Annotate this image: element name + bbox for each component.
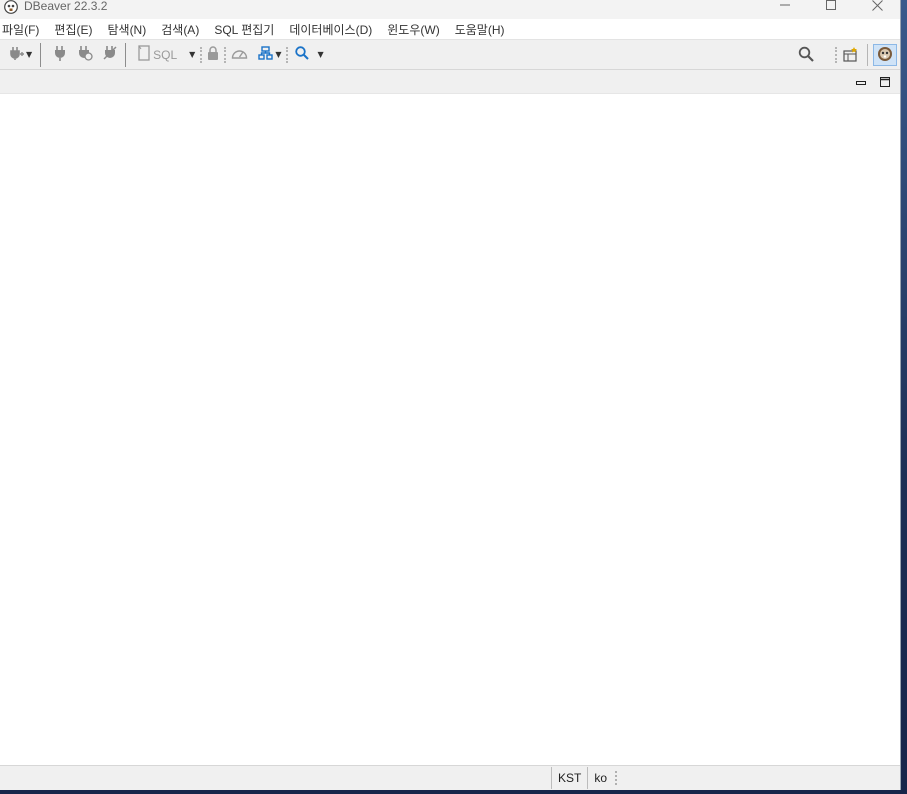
toolbar-grip	[835, 47, 837, 63]
title-bar: DBeaver 22.3.2	[0, 0, 900, 19]
search-button[interactable]: ▼	[295, 44, 324, 66]
search-icon	[295, 46, 310, 63]
toolbar-grip	[286, 46, 289, 63]
dashboard-icon	[231, 46, 248, 63]
toolbar-separator	[125, 42, 127, 67]
status-timezone: KST	[550, 767, 587, 789]
disconnect-button[interactable]	[103, 44, 117, 66]
disconnect-icon	[103, 45, 117, 64]
sql-editor-icon	[138, 45, 150, 64]
toolbar-grip	[224, 46, 227, 63]
chevron-down-icon[interactable]: ▼	[317, 50, 323, 59]
minimize-button[interactable]	[762, 0, 808, 18]
window-title: DBeaver 22.3.2	[24, 0, 108, 13]
menu-help[interactable]: 도움말(H)	[455, 21, 512, 38]
dbeaver-window: DBeaver 22.3.2 파일(F) 편집(E) 탐색(N) 검색(A) S…	[0, 0, 901, 790]
toolbar-separator	[867, 44, 868, 66]
sql-editor-button[interactable]: SQL	[138, 44, 177, 66]
menu-edit[interactable]: 편집(E)	[54, 21, 99, 38]
dbeaver-perspective-button[interactable]	[873, 44, 897, 66]
lock-icon	[207, 46, 219, 63]
menu-file[interactable]: 파일(F)	[2, 21, 46, 38]
close-button[interactable]	[854, 0, 900, 18]
editor-area	[0, 94, 900, 765]
menu-navigate[interactable]: 탐색(N)	[107, 21, 153, 38]
menu-database[interactable]: 데이터베이스(D)	[289, 21, 379, 38]
chevron-down-icon: ▼	[189, 50, 196, 59]
new-connection-button[interactable]: ▼	[8, 44, 32, 66]
editor-area-header	[0, 70, 900, 94]
menu-search[interactable]: 검색(A)	[161, 21, 206, 38]
status-locale: ko	[587, 767, 613, 789]
reconnect-icon	[77, 45, 93, 64]
chevron-down-icon[interactable]: ▼	[26, 50, 32, 59]
menu-sql-editor[interactable]: SQL 편집기	[214, 21, 281, 38]
maximize-button[interactable]	[808, 0, 854, 18]
window-controls	[762, 0, 900, 18]
reconnect-button[interactable]	[77, 44, 93, 66]
perspective-icon	[843, 46, 859, 65]
connect-icon	[53, 45, 67, 64]
sql-dropdown-button[interactable]: ▼	[187, 44, 195, 66]
status-bar: KST ko	[0, 765, 900, 790]
global-search-button[interactable]	[798, 44, 814, 66]
database-navigator-button[interactable]: ▼	[258, 44, 281, 66]
database-navigator-icon	[258, 45, 274, 64]
connect-button[interactable]	[53, 44, 67, 66]
dbeaver-perspective-icon	[877, 46, 893, 65]
menu-window[interactable]: 윈도우(W)	[387, 21, 446, 38]
minimize-view-button[interactable]	[856, 75, 866, 85]
dashboard-button[interactable]	[231, 44, 248, 66]
global-search-icon	[798, 46, 814, 65]
main-toolbar: ▼ SQL ▼ ▼ ▼	[0, 39, 900, 70]
status-grip	[615, 771, 618, 785]
transaction-lock-button[interactable]	[207, 44, 219, 66]
toolbar-separator	[40, 42, 42, 67]
new-connection-icon	[8, 45, 24, 64]
menu-bar: 파일(F) 편집(E) 탐색(N) 검색(A) SQL 편집기 데이터베이스(D…	[0, 19, 900, 39]
maximize-view-button[interactable]	[880, 76, 890, 87]
dbeaver-logo-icon	[3, 0, 19, 15]
sql-label: SQL	[153, 47, 178, 62]
chevron-down-icon[interactable]: ▼	[275, 50, 281, 59]
toolbar-right	[796, 40, 900, 70]
open-perspective-button[interactable]	[843, 44, 859, 66]
toolbar-grip	[200, 46, 203, 63]
